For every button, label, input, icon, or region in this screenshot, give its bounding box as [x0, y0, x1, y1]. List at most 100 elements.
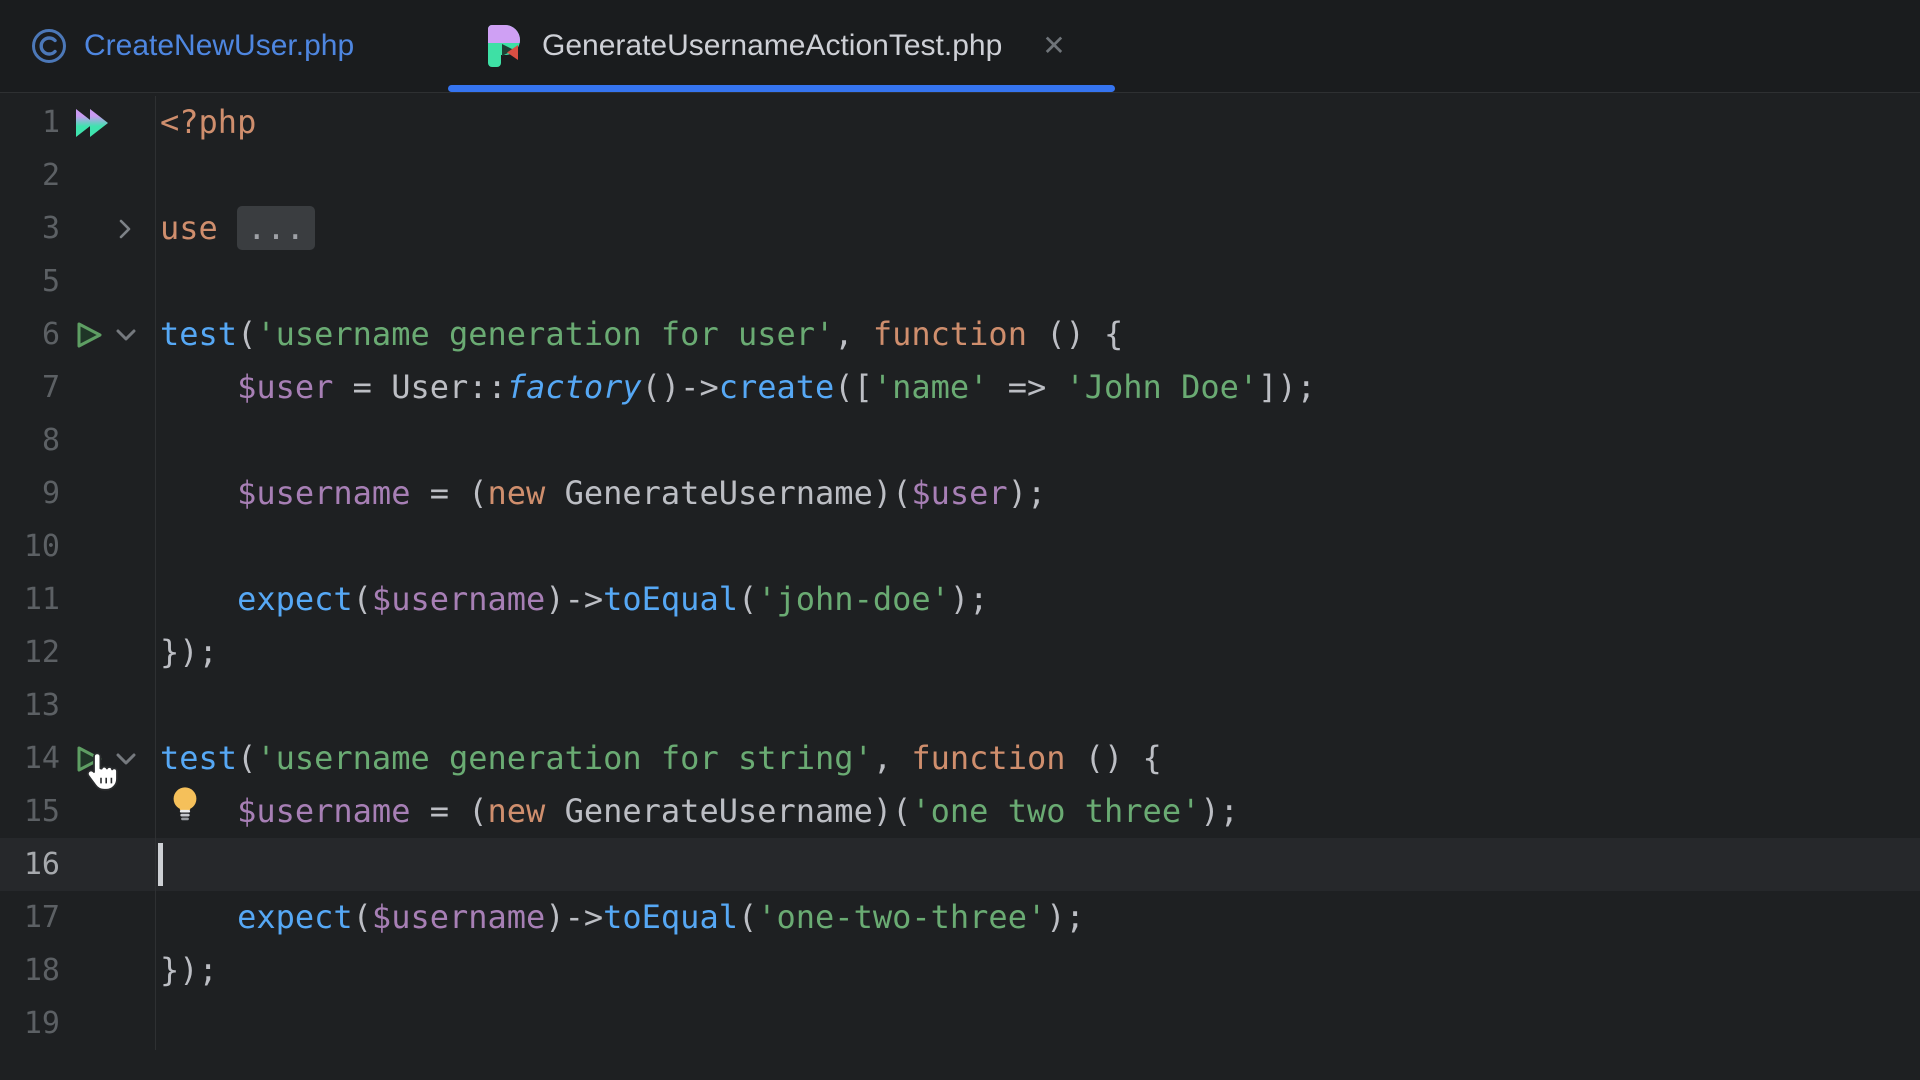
gutter: 7	[0, 361, 156, 414]
code-token: $username	[372, 898, 545, 936]
code-token: <?php	[160, 103, 256, 141]
code-token: );	[1008, 474, 1047, 512]
code-token: ::	[468, 368, 507, 406]
fold-chevron-icon[interactable]	[114, 216, 136, 242]
code-line-text[interactable]: $username = (new GenerateUsername)($user…	[156, 467, 1920, 520]
code-line-text[interactable]	[156, 520, 1920, 573]
line-number: 12	[0, 626, 60, 679]
close-icon[interactable]: ✕	[1042, 32, 1065, 60]
code-line[interactable]: 16	[0, 838, 1920, 891]
code-token: )->	[545, 580, 603, 618]
code-line-text[interactable]	[156, 255, 1920, 308]
code-token: 'John Doe'	[1065, 368, 1258, 406]
code-line[interactable]: 18});	[0, 944, 1920, 997]
code-token: 'name'	[873, 368, 989, 406]
code-line-text[interactable]: $user = User::factory()->create(['name' …	[156, 361, 1920, 414]
code-token: ]);	[1258, 368, 1316, 406]
gutter: 2	[0, 149, 156, 202]
code-token: ()->	[642, 368, 719, 406]
code-line-text[interactable]: expect($username)->toEqual('one-two-thre…	[156, 891, 1920, 944]
code-line[interactable]: 15 $username = (new GenerateUsername)('o…	[0, 785, 1920, 838]
gutter: 8	[0, 414, 156, 467]
gutter: 3	[0, 202, 156, 255]
code-token: )(	[873, 792, 912, 830]
code-token	[545, 792, 564, 830]
tab-generate-username-action-test[interactable]: GenerateUsernameActionTest.php ✕	[448, 0, 1115, 92]
gutter: 15	[0, 785, 156, 838]
line-number: 14	[0, 732, 60, 785]
code-line[interactable]: 19	[0, 997, 1920, 1050]
code-line[interactable]: 5	[0, 255, 1920, 308]
code-token	[160, 368, 237, 406]
code-line[interactable]: 12});	[0, 626, 1920, 679]
chevron-down-icon[interactable]	[114, 326, 138, 344]
code-editor: 1<?php23use ...56test('username generati…	[0, 94, 1920, 1080]
code-line-text[interactable]	[156, 838, 1920, 891]
code-line[interactable]: 8	[0, 414, 1920, 467]
line-number: 7	[0, 361, 60, 414]
code-token: );	[950, 580, 989, 618]
code-line[interactable]: 14 test('username generation for string',…	[0, 732, 1920, 785]
code-line-text[interactable]	[156, 149, 1920, 202]
code-line[interactable]: 7 $user = User::factory()->create(['name…	[0, 361, 1920, 414]
code-line-text[interactable]: });	[156, 626, 1920, 679]
code-token: $username	[237, 474, 410, 512]
code-token	[160, 474, 237, 512]
line-number: 19	[0, 997, 60, 1050]
tab-label: GenerateUsernameActionTest.php	[542, 29, 1002, 63]
code-token: (	[237, 315, 256, 353]
code-line[interactable]: 2	[0, 149, 1920, 202]
line-number: 8	[0, 414, 60, 467]
code-token: toEqual	[603, 580, 738, 618]
code-token: ,	[834, 315, 873, 353]
code-line-text[interactable]: $username = (new GenerateUsername)('one …	[156, 785, 1920, 838]
gutter: 6	[0, 308, 156, 361]
gutter: 11	[0, 573, 156, 626]
php-class-icon	[30, 27, 68, 65]
line-number: 13	[0, 679, 60, 732]
code-token: () {	[1065, 739, 1161, 777]
hand-pointer-cursor-icon	[85, 751, 121, 798]
code-line[interactable]: 17 expect($username)->toEqual('one-two-t…	[0, 891, 1920, 944]
code-line-text[interactable]: use ...	[156, 202, 1920, 255]
code-token	[545, 474, 564, 512]
code-token: $username	[372, 580, 545, 618]
code-token: ,	[873, 739, 912, 777]
line-number: 1	[0, 96, 60, 149]
code-line[interactable]: 13	[0, 679, 1920, 732]
gutter: 16	[0, 838, 156, 891]
code-token: GenerateUsername	[565, 474, 873, 512]
code-line-text[interactable]: });	[156, 944, 1920, 997]
code-line-text[interactable]: expect($username)->toEqual('john-doe');	[156, 573, 1920, 626]
run-icon[interactable]	[74, 319, 104, 351]
run-all-icon[interactable]	[74, 107, 110, 139]
code-token	[160, 898, 237, 936]
code-line-text[interactable]	[156, 414, 1920, 467]
gutter: 14	[0, 732, 156, 785]
code-line-text[interactable]: test('username generation for string', f…	[156, 732, 1920, 785]
line-number: 2	[0, 149, 60, 202]
tab-create-new-user[interactable]: CreateNewUser.php	[20, 0, 364, 92]
line-number: 3	[0, 202, 60, 255]
code-line-text[interactable]	[156, 679, 1920, 732]
code-line[interactable]: 3 use ...	[0, 202, 1920, 255]
lightbulb-icon[interactable]	[170, 785, 200, 839]
code-line[interactable]: 9 $username = (new GenerateUsername)($us…	[0, 467, 1920, 520]
code-line[interactable]: 11 expect($username)->toEqual('john-doe'…	[0, 573, 1920, 626]
code-line[interactable]: 1 <?php	[0, 96, 1920, 149]
code-token: 'one two three'	[911, 792, 1200, 830]
code-line-text[interactable]: <?php	[156, 96, 1920, 149]
gutter: 10	[0, 520, 156, 573]
code-line-text[interactable]: test('username generation for user', fun…	[156, 308, 1920, 361]
code-line[interactable]: 10	[0, 520, 1920, 573]
code-token: 'john-doe'	[757, 580, 950, 618]
code-line-text[interactable]	[156, 997, 1920, 1050]
code-token: test	[160, 739, 237, 777]
folded-code-placeholder[interactable]: ...	[237, 206, 315, 250]
line-number: 18	[0, 944, 60, 997]
gutter: 17	[0, 891, 156, 944]
code-token: create	[719, 368, 835, 406]
code-token: test	[160, 315, 237, 353]
code-line[interactable]: 6test('username generation for user', fu…	[0, 308, 1920, 361]
code-token: toEqual	[603, 898, 738, 936]
